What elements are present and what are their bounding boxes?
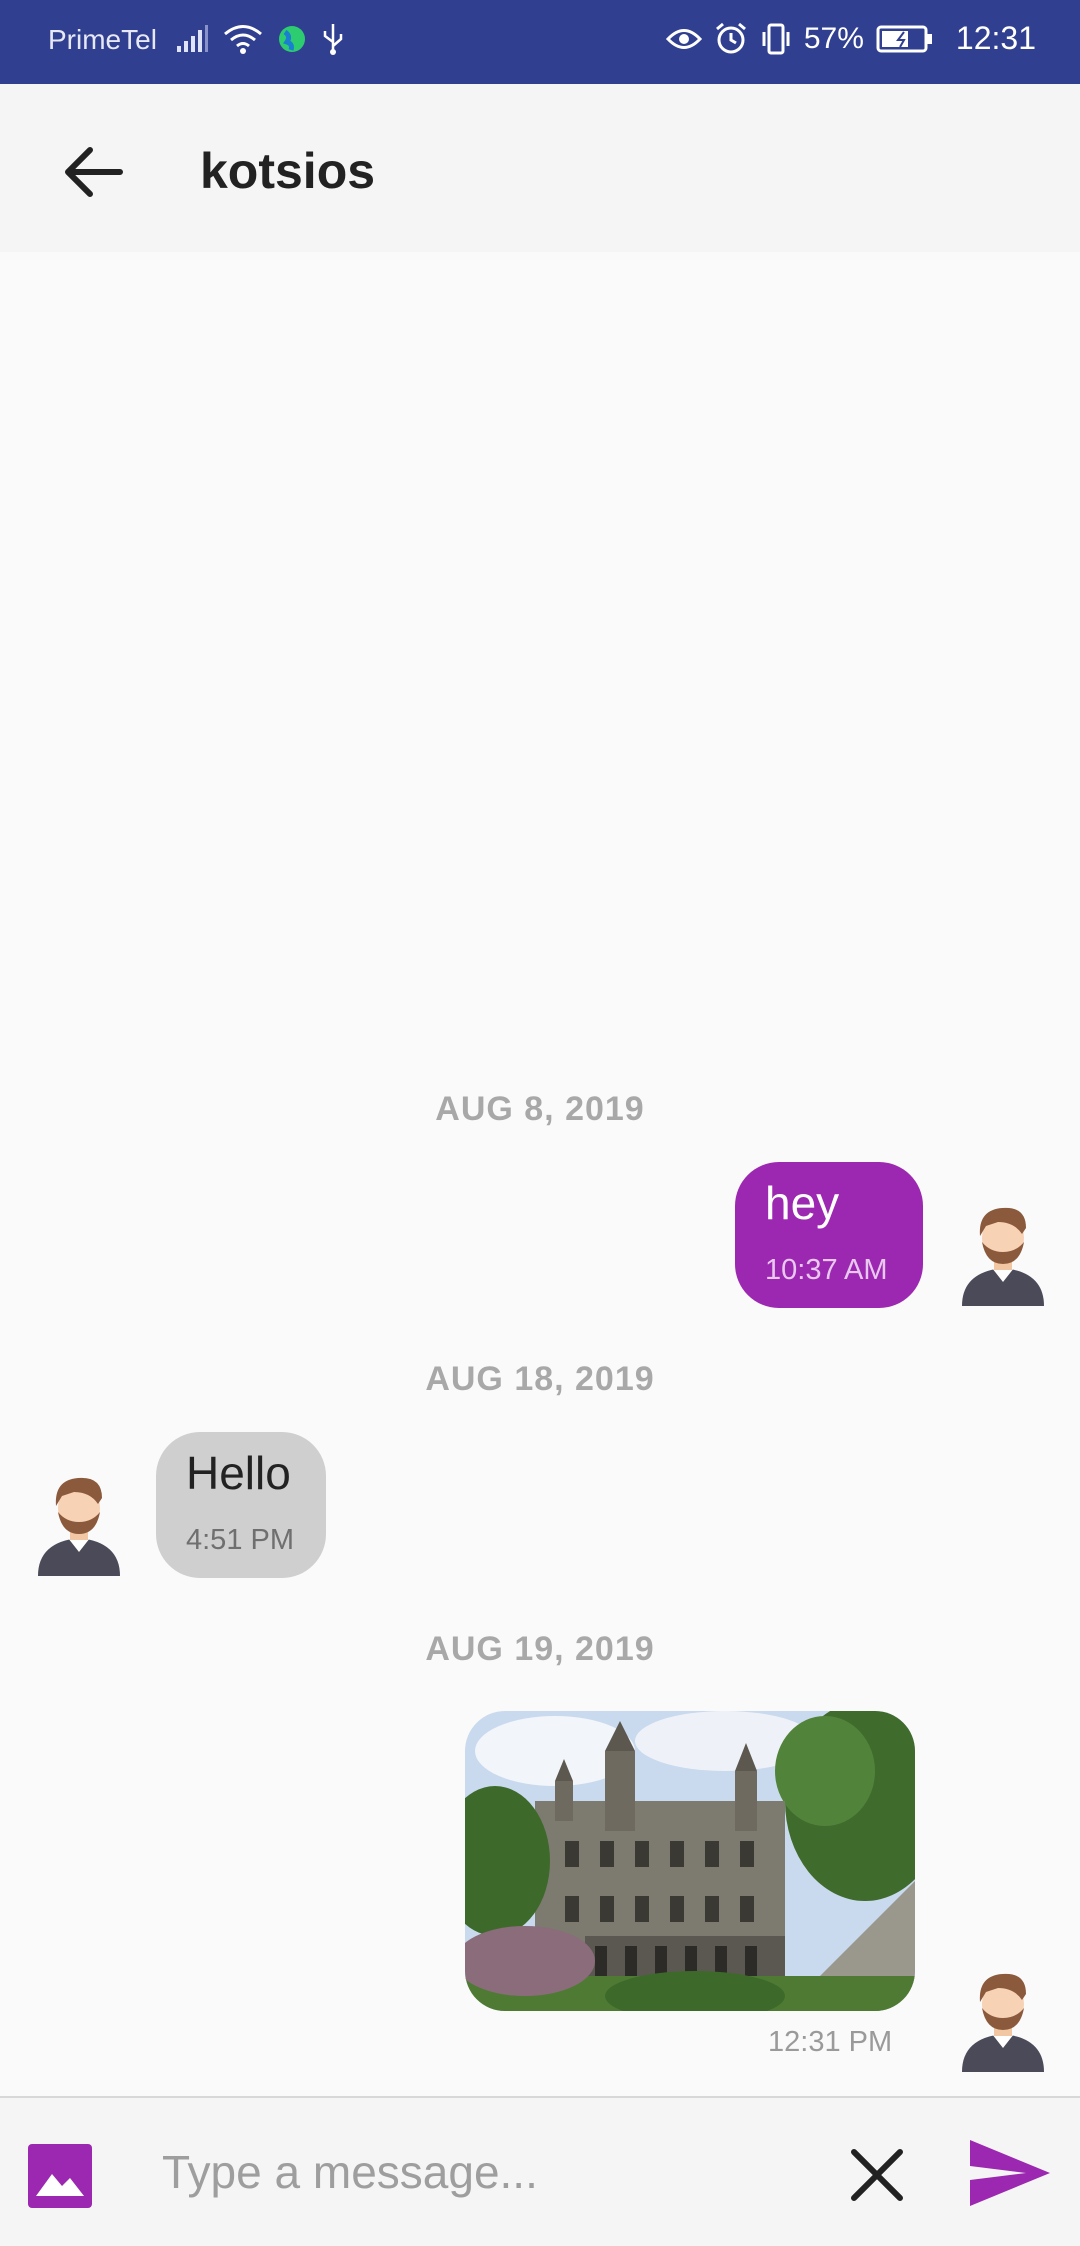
alarm-icon — [715, 22, 746, 53]
message-text: hey — [765, 1177, 840, 1229]
message-input[interactable] — [160, 2126, 804, 2218]
close-icon[interactable] — [844, 2142, 910, 2208]
status-time: 12:31 — [955, 20, 1036, 56]
globe-icon — [279, 26, 305, 52]
usb-icon — [323, 24, 343, 55]
vibrate-icon — [762, 23, 790, 54]
carrier-label: PrimeTel — [48, 24, 157, 55]
message-composer — [0, 2096, 1080, 2246]
status-bar: PrimeTel 57% 12:31 — [0, 0, 1080, 84]
date-separator: AUG 18, 2019 — [425, 1360, 655, 1398]
avatar-icon — [962, 1207, 1044, 1306]
avatar-icon — [962, 1973, 1044, 2072]
back-arrow-icon[interactable] — [56, 134, 132, 210]
send-icon[interactable] — [968, 2136, 1052, 2210]
message-image[interactable] — [465, 1711, 915, 2011]
avatar-icon — [38, 1477, 120, 1576]
signal-icon — [177, 25, 208, 52]
message-time: 4:51 PM — [186, 1524, 294, 1556]
message-time: 10:37 AM — [765, 1254, 888, 1286]
date-separator: AUG 19, 2019 — [425, 1630, 655, 1668]
status-icons-right: 57% 12:31 — [665, 20, 1036, 57]
battery-icon — [876, 25, 932, 52]
app-bar: kotsios — [0, 84, 1080, 252]
chat-title: kotsios — [200, 143, 376, 199]
message-bubble-incoming[interactable]: Hello 4:51 PM — [156, 1432, 326, 1578]
eye-icon — [665, 28, 702, 49]
date-separator: AUG 8, 2019 — [435, 1090, 645, 1128]
message-bubble-outgoing[interactable]: hey 10:37 AM — [735, 1162, 923, 1308]
wifi-icon — [224, 25, 262, 54]
battery-percent: 57% — [803, 21, 864, 55]
gallery-icon[interactable] — [28, 2144, 92, 2208]
message-time: 12:31 PM — [768, 2026, 893, 2058]
message-text: Hello — [186, 1447, 291, 1499]
status-icons-left — [175, 22, 345, 56]
castle-photo — [465, 1711, 915, 2011]
